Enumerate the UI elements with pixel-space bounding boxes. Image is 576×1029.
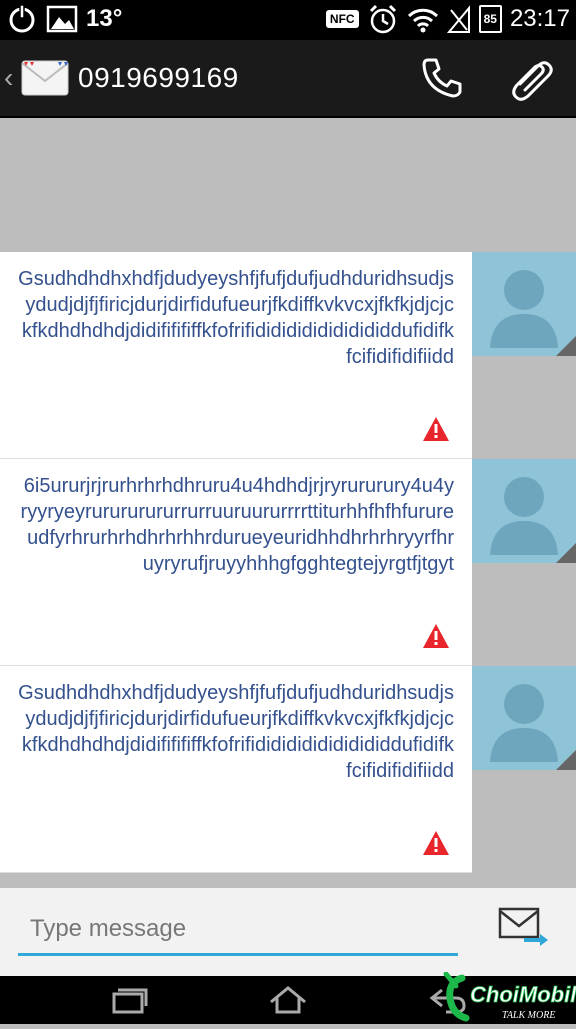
action-bar: ‹ 0919699169: [0, 40, 576, 118]
message-text: 6i5ururjrjrurhrhrhdhruru4u4hdhdjrjryruru…: [20, 475, 454, 575]
alarm-icon: [369, 4, 396, 34]
avatar[interactable]: [472, 252, 576, 356]
paperclip-icon[interactable]: [506, 54, 558, 106]
signal-icon: [446, 5, 470, 33]
status-bar: 13° NFC 85 23:17: [0, 0, 576, 40]
watermark-tagline: TALK MORE: [502, 1010, 555, 1021]
warning-icon[interactable]: [422, 623, 450, 649]
recent-apps-icon[interactable]: [110, 984, 148, 1016]
warning-icon[interactable]: [422, 830, 450, 856]
watermark: ChoiMobile TALK MORE: [440, 971, 576, 1024]
temperature: 13°: [86, 5, 123, 32]
power-icon: [9, 4, 35, 33]
message-bubble[interactable]: Gsudhdhdhxhdfjdudyeyshfjfufjdufjudhdurid…: [0, 666, 472, 873]
message-text: Gsudhdhdhxhdfjdudyeyshfjfufjdufjudhdurid…: [18, 682, 454, 782]
message-input[interactable]: [18, 904, 458, 956]
messaging-app-icon[interactable]: [20, 53, 70, 103]
message-bubble[interactable]: 6i5ururjrjrurhrhrhdhruru4u4hdhdjrjryruru…: [0, 459, 472, 666]
gallery-icon: [46, 5, 78, 33]
battery-icon: 85: [478, 5, 502, 33]
choimobile-logo: ChoiMobile TALK MORE: [443, 971, 576, 1022]
nfc-badge: NFC: [325, 10, 359, 28]
message-bubble[interactable]: Gsudhdhdhxhdfjdudyeyshfjfufjdufjudhdurid…: [0, 252, 472, 459]
contact-phone-number: 0919699169: [78, 62, 239, 93]
wifi-icon: [407, 8, 438, 33]
watermark-brand: ChoiMobile: [470, 982, 576, 1007]
avatar[interactable]: [472, 666, 576, 770]
home-icon[interactable]: [268, 984, 308, 1016]
warning-icon[interactable]: [422, 416, 450, 442]
clock: 23:17: [509, 5, 570, 32]
up-chevron-icon[interactable]: ‹: [4, 62, 13, 94]
avatar[interactable]: [472, 459, 576, 563]
send-mail-icon[interactable]: [498, 906, 548, 948]
compose-bar: [0, 888, 576, 976]
conversation-list[interactable]: Gsudhdhdhxhdfjdudyeyshfjfufjdufjudhdurid…: [0, 118, 576, 888]
phone-icon[interactable]: [418, 54, 466, 102]
message-text: Gsudhdhdhxhdfjdudyeyshfjfufjdufjudhdurid…: [18, 268, 454, 368]
